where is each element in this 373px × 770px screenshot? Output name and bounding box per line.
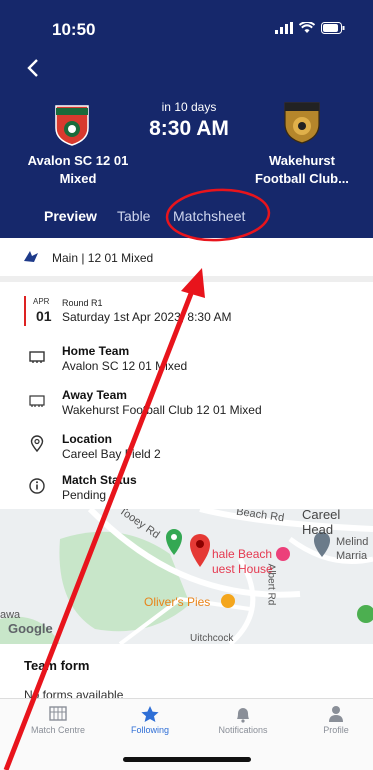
stadium-icon (29, 351, 45, 363)
team-form-title: Team form (24, 658, 90, 673)
away-team-row[interactable]: Away Team Wakehurst Football Club 12 01 … (0, 386, 373, 420)
home-team-title: Home Team (62, 344, 130, 358)
tab-following[interactable]: Following (110, 705, 190, 735)
tab-matchsheet[interactable]: Matchsheet (173, 208, 245, 224)
screen: 10:50 in 10 days 8:30 AM Avalon SC 12 01… (0, 0, 373, 770)
grid-icon (49, 706, 67, 721)
match-status-row: Match Status Pending (0, 472, 373, 506)
bell-icon (237, 708, 249, 723)
wakehurst-fc-logo (284, 102, 320, 144)
match-status-title: Match Status (62, 473, 137, 487)
away-team-value: Wakehurst Football Club 12 01 Mixed (62, 403, 262, 417)
signal-icon (275, 22, 293, 34)
map-place-melinda[interactable]: Melind Marria (336, 535, 368, 563)
round-month: APR (33, 297, 50, 306)
tab-profile[interactable]: Profile (296, 705, 373, 735)
location-row[interactable]: Location Careel Bay Field 2 (0, 430, 373, 464)
competition-row[interactable]: Main | 12 01 Mixed (0, 238, 373, 282)
map-edge-label: Uitchcock (190, 633, 234, 644)
avalon-sc-logo (55, 105, 89, 146)
location-pin-icon (30, 435, 44, 453)
away-team-title: Away Team (62, 388, 127, 402)
round-row: APR 01 Round R1 Saturday 1st Apr 2023, 8… (0, 296, 373, 330)
round-datetime: Saturday 1st Apr 2023, 8:30 AM (62, 310, 232, 324)
person-icon (329, 706, 343, 722)
tab-notifications[interactable]: Notifications (203, 705, 283, 735)
tab-table[interactable]: Table (117, 208, 150, 224)
map-place-olivers-pies[interactable]: Oliver's Pies (144, 595, 210, 609)
kickoff-time: 8:30 AM (149, 117, 229, 140)
map-place-whale-beach[interactable]: hale Beach uest House (212, 547, 273, 577)
match-status-value: Pending (62, 488, 107, 502)
round-label: Round R1 (62, 298, 103, 308)
tab-match-centre[interactable]: Match Centre (18, 705, 98, 735)
round-day: 01 (36, 308, 52, 324)
home-indicator (123, 757, 251, 762)
location-title: Location (62, 432, 112, 446)
away-team-name[interactable]: Wakehurst Football Club... (232, 152, 372, 188)
tab-preview[interactable]: Preview (44, 208, 97, 224)
home-team-row[interactable]: Home Team Avalon SC 12 01 Mixed (0, 342, 373, 376)
location-value: Careel Bay Field 2 (62, 447, 161, 461)
google-watermark: Google (8, 621, 53, 636)
info-icon (29, 478, 45, 494)
status-icons (275, 22, 345, 34)
round-marker (24, 296, 26, 326)
star-icon (141, 706, 159, 722)
status-bar: 10:50 (0, 0, 373, 50)
match-tabs: Preview Table Matchsheet (0, 205, 373, 238)
map-edge-label: awa (0, 609, 21, 621)
battery-icon (321, 22, 345, 34)
home-team-value: Avalon SC 12 01 Mixed (62, 359, 188, 373)
match-preview-content: Main | 12 01 Mixed APR 01 Round R1 Satur… (0, 238, 373, 702)
match-header: 10:50 in 10 days 8:30 AM Avalon SC 12 01… (0, 0, 373, 238)
map-road-label: Careel Head (302, 509, 341, 537)
stadium-outline-icon (29, 395, 45, 407)
location-map[interactable]: Tooey Rd Beach Rd Careel Head Albert Rd … (0, 509, 373, 644)
status-time: 10:50 (52, 20, 96, 39)
match-countdown: in 10 days (161, 100, 217, 114)
back-chevron-icon[interactable] (26, 56, 40, 82)
competition-icon (24, 251, 38, 262)
team-form-section: Team form No forms available (0, 644, 373, 702)
competition-label: Main | 12 01 Mixed (52, 251, 154, 265)
home-team-name[interactable]: Avalon SC 12 01 Mixed (8, 152, 148, 188)
wifi-icon (299, 22, 315, 33)
